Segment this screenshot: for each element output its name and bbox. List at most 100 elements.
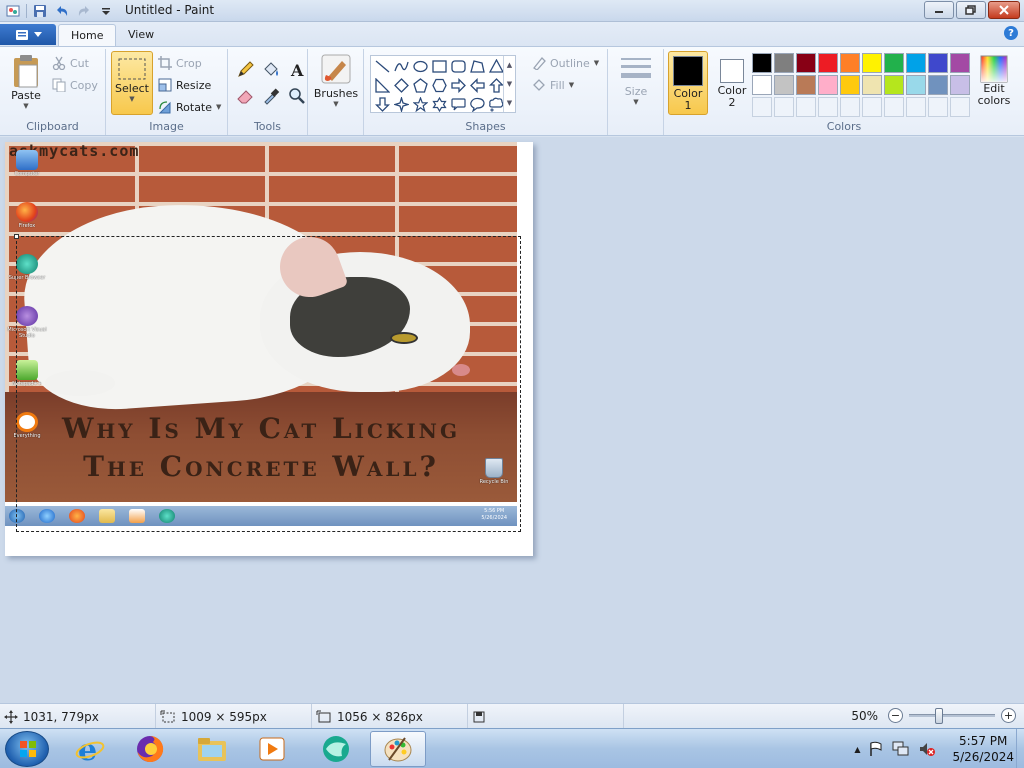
line-shape-icon[interactable]	[373, 57, 392, 76]
color2-button[interactable]: Color 2	[712, 51, 752, 115]
color-picker-icon[interactable]	[260, 85, 282, 107]
palette-color-swatch[interactable]	[862, 75, 882, 95]
rounded-callout-shape-icon[interactable]	[449, 95, 468, 114]
palette-color-swatch[interactable]	[950, 53, 970, 73]
rotate-button[interactable]: Rotate ▼	[158, 97, 221, 117]
scroll-down-icon[interactable]: ▼	[507, 80, 512, 88]
palette-custom-color-slot[interactable]	[752, 97, 772, 117]
close-button[interactable]	[988, 1, 1020, 19]
palette-color-swatch[interactable]	[752, 53, 772, 73]
zoom-slider[interactable]	[909, 708, 995, 724]
right-triangle-shape-icon[interactable]	[373, 76, 392, 95]
tab-home[interactable]: Home	[58, 24, 117, 46]
five-point-star-shape-icon[interactable]	[411, 95, 430, 114]
palette-color-swatch[interactable]	[884, 53, 904, 73]
resize-button[interactable]: Resize	[158, 75, 211, 95]
palette-custom-color-slot[interactable]	[906, 97, 926, 117]
palette-custom-color-slot[interactable]	[884, 97, 904, 117]
brushes-button[interactable]: Brushes ▼	[314, 53, 358, 108]
text-icon[interactable]: A	[286, 59, 308, 81]
fill-button[interactable]: Fill ▼	[532, 75, 574, 95]
palette-color-swatch[interactable]	[862, 53, 882, 73]
minimize-button[interactable]	[924, 1, 954, 19]
paint-menu-button[interactable]	[0, 24, 56, 45]
rounded-rectangle-shape-icon[interactable]	[449, 57, 468, 76]
volume-muted-icon[interactable]	[918, 741, 936, 757]
zoom-slider-thumb[interactable]	[935, 708, 943, 724]
action-center-flag-icon[interactable]	[868, 741, 884, 757]
selection-handle-top-left[interactable]	[14, 234, 19, 239]
six-point-star-shape-icon[interactable]	[430, 95, 449, 114]
palette-custom-color-slot[interactable]	[928, 97, 948, 117]
zoom-in-button[interactable]: +	[1001, 708, 1016, 723]
redo-icon[interactable]	[75, 2, 93, 19]
oval-shape-icon[interactable]	[411, 57, 430, 76]
eraser-icon[interactable]	[234, 85, 256, 107]
start-button[interactable]	[5, 731, 49, 767]
left-arrow-shape-icon[interactable]	[468, 76, 487, 95]
shapes-gallery-scroll[interactable]: ▲ ▼ ▼	[503, 56, 515, 112]
select-button[interactable]: Select ▼	[111, 51, 153, 115]
show-desktop-button[interactable]	[1016, 729, 1024, 768]
show-hidden-icons-icon[interactable]: ▲	[854, 745, 860, 754]
polygon-shape-icon[interactable]	[468, 57, 487, 76]
size-button[interactable]: Size ▼	[616, 55, 656, 106]
diamond-shape-icon[interactable]	[392, 76, 411, 95]
crop-button[interactable]: Crop	[158, 53, 202, 73]
four-point-star-shape-icon[interactable]	[392, 95, 411, 114]
taskbar-paint[interactable]	[370, 731, 426, 767]
palette-color-swatch[interactable]	[950, 75, 970, 95]
palette-color-swatch[interactable]	[774, 53, 794, 73]
palette-custom-color-slot[interactable]	[818, 97, 838, 117]
palette-color-swatch[interactable]	[906, 53, 926, 73]
selection-rectangle[interactable]	[14, 234, 521, 532]
palette-color-swatch[interactable]	[818, 53, 838, 73]
magnifier-icon[interactable]	[286, 85, 308, 107]
zoom-out-button[interactable]: −	[888, 708, 903, 723]
color1-button[interactable]: Color 1	[668, 51, 708, 115]
edit-colors-button[interactable]: Edit colors	[974, 55, 1014, 107]
rectangle-shape-icon[interactable]	[430, 57, 449, 76]
taskbar-clock[interactable]: 5:57 PM 5/26/2024	[952, 733, 1014, 765]
palette-color-swatch[interactable]	[840, 53, 860, 73]
maximize-button[interactable]	[956, 1, 986, 19]
paste-button[interactable]: Paste ▼	[6, 53, 46, 110]
undo-icon[interactable]	[53, 2, 71, 19]
network-icon[interactable]	[892, 741, 910, 757]
taskbar-browser[interactable]	[308, 731, 364, 767]
canvas-area[interactable]: askmycats.com Why Is My Cat Licking The …	[0, 137, 1024, 703]
paint-app-icon[interactable]	[4, 2, 22, 19]
cut-button[interactable]: Cut	[52, 53, 89, 73]
palette-color-swatch[interactable]	[840, 75, 860, 95]
taskbar-internet-explorer[interactable]: e	[62, 731, 118, 767]
scroll-up-icon[interactable]: ▲	[507, 61, 512, 69]
oval-callout-shape-icon[interactable]	[468, 95, 487, 114]
palette-custom-color-slot[interactable]	[774, 97, 794, 117]
palette-custom-color-slot[interactable]	[950, 97, 970, 117]
curve-shape-icon[interactable]	[392, 57, 411, 76]
pentagon-shape-icon[interactable]	[411, 76, 430, 95]
save-icon[interactable]	[31, 2, 49, 19]
taskbar-firefox[interactable]	[122, 731, 178, 767]
help-icon[interactable]: ?	[1004, 26, 1018, 40]
palette-color-swatch[interactable]	[906, 75, 926, 95]
outline-button[interactable]: Outline ▼	[532, 53, 599, 73]
customize-qat-icon[interactable]	[97, 2, 115, 19]
taskbar-file-explorer[interactable]	[184, 731, 240, 767]
tab-view[interactable]: View	[116, 24, 166, 46]
copy-button[interactable]: Copy	[52, 75, 98, 95]
down-arrow-shape-icon[interactable]	[373, 95, 392, 114]
palette-color-swatch[interactable]	[928, 53, 948, 73]
gallery-expand-icon[interactable]: ▼	[507, 99, 512, 107]
palette-custom-color-slot[interactable]	[840, 97, 860, 117]
palette-color-swatch[interactable]	[774, 75, 794, 95]
palette-color-swatch[interactable]	[752, 75, 772, 95]
right-arrow-shape-icon[interactable]	[449, 76, 468, 95]
palette-custom-color-slot[interactable]	[796, 97, 816, 117]
pencil-icon[interactable]	[234, 59, 256, 81]
fill-bucket-icon[interactable]	[260, 59, 282, 81]
hexagon-shape-icon[interactable]	[430, 76, 449, 95]
palette-color-swatch[interactable]	[884, 75, 904, 95]
palette-color-swatch[interactable]	[928, 75, 948, 95]
taskbar-media-player[interactable]	[244, 731, 300, 767]
